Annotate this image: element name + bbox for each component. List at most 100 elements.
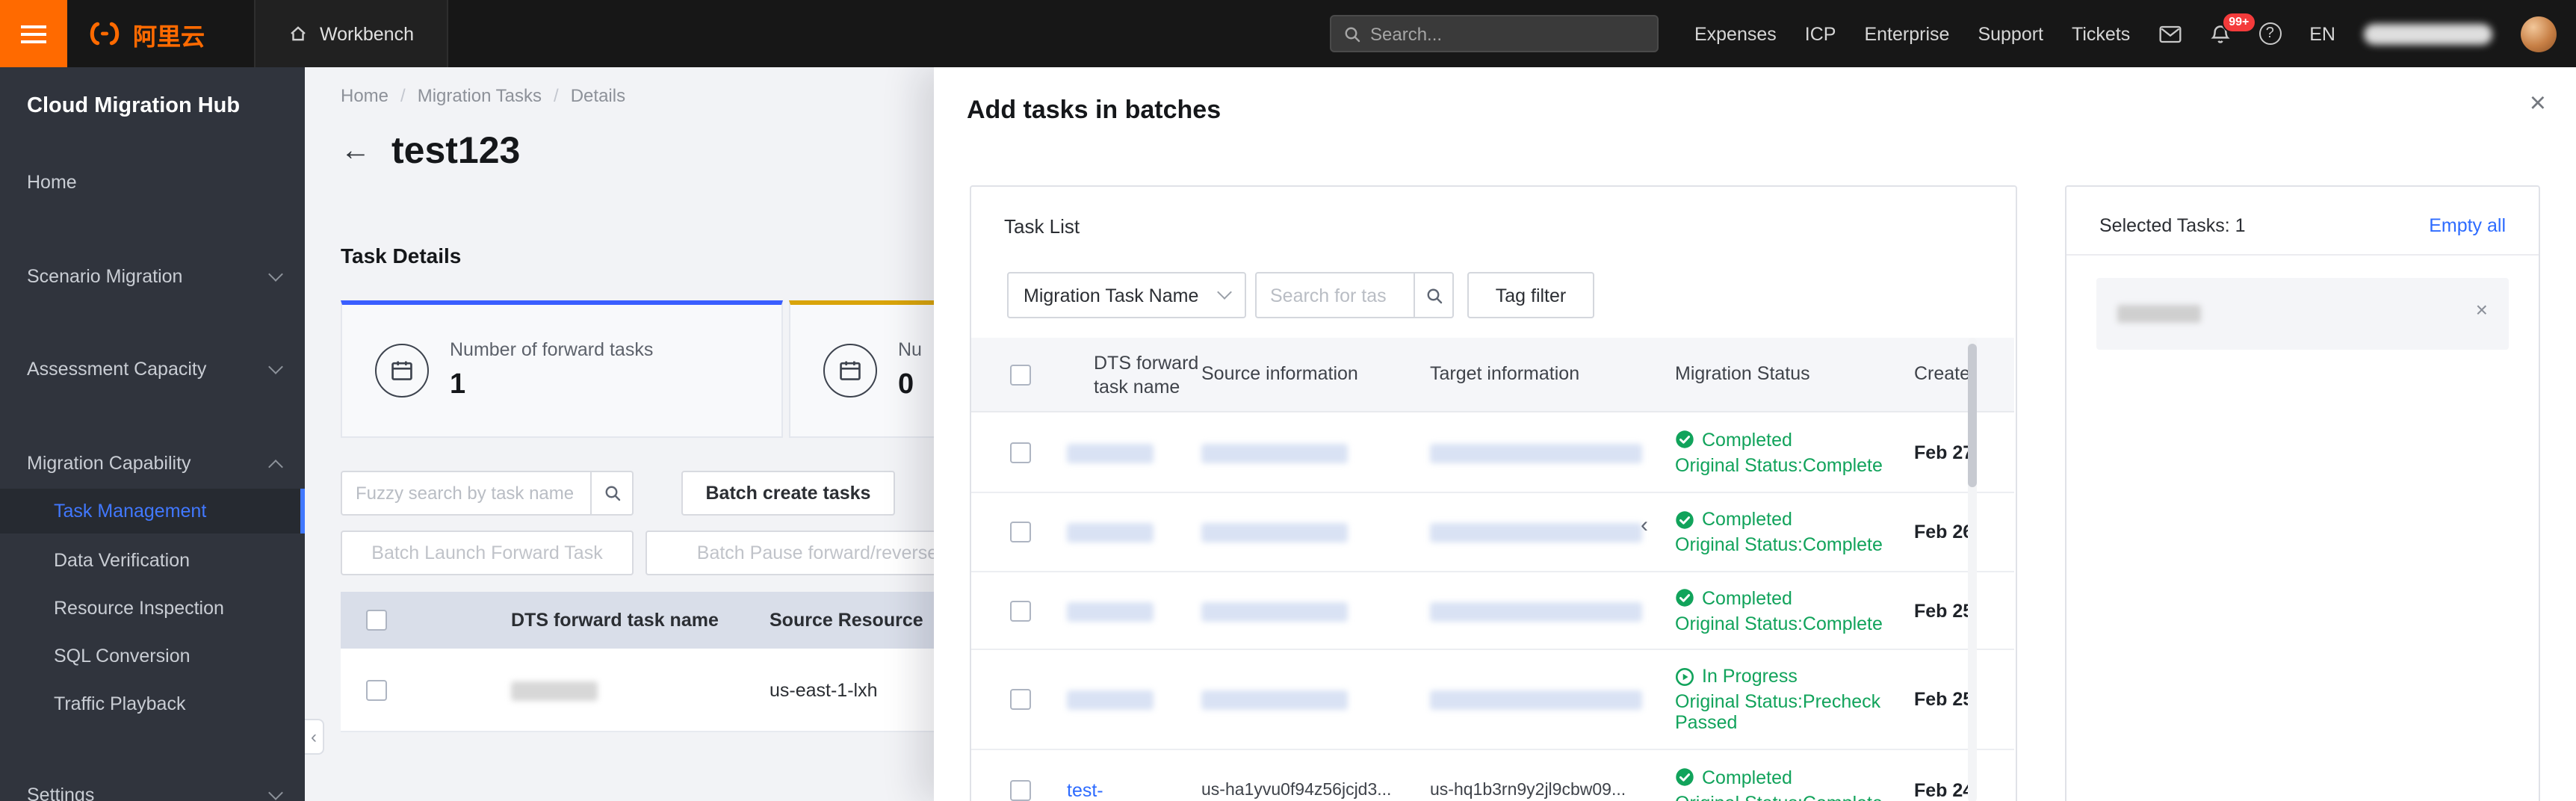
alibaba-cloud-logo[interactable]: 阿里云 bbox=[85, 0, 205, 67]
sidebar-item-migration-capability[interactable]: Migration Capability bbox=[0, 441, 305, 486]
row-checkbox[interactable] bbox=[1010, 522, 1031, 542]
back-button[interactable] bbox=[341, 134, 371, 169]
search-icon bbox=[1426, 288, 1442, 303]
row-checkbox[interactable] bbox=[1010, 780, 1031, 801]
chevron-down-icon bbox=[268, 359, 283, 374]
search-button[interactable] bbox=[1414, 272, 1454, 318]
row-checkbox[interactable] bbox=[1010, 601, 1031, 622]
migration-status: In Progress Original Status:Precheck Pas… bbox=[1675, 666, 1902, 733]
selected-tasks-count: Selected Tasks: 1 bbox=[2099, 215, 2246, 236]
selected-task-item bbox=[2096, 278, 2509, 350]
redacted-source-info bbox=[1201, 601, 1348, 621]
fuzzy-search-input[interactable] bbox=[341, 471, 592, 516]
drawer-table-header: DTS forward task name Source information… bbox=[971, 338, 2014, 412]
filter-type-select[interactable]: Migration Task Name bbox=[1007, 272, 1246, 318]
sidebar-item-home[interactable]: Home bbox=[0, 160, 305, 205]
nav-icp[interactable]: ICP bbox=[1805, 23, 1836, 44]
source-region: us-east-1-lxh bbox=[770, 679, 878, 700]
stat-label: Nu bbox=[898, 339, 922, 360]
account-name-redacted[interactable] bbox=[2364, 23, 2492, 44]
nav-enterprise[interactable]: Enterprise bbox=[1864, 23, 1949, 44]
tag-filter-button[interactable]: Tag filter bbox=[1467, 272, 1594, 318]
sidebar-item-assessment-capacity[interactable]: Assessment Capacity bbox=[0, 347, 305, 392]
redacted-target-info bbox=[1430, 601, 1642, 621]
global-search bbox=[1330, 15, 1659, 52]
column-migration-status: Migration Status bbox=[1675, 363, 1810, 384]
notifications-icon[interactable]: 99+ bbox=[2209, 11, 2257, 44]
breadcrumb-home[interactable]: Home bbox=[341, 85, 388, 106]
check-circle-icon bbox=[1676, 430, 1694, 448]
sidebar-collapse-handle[interactable] bbox=[305, 719, 324, 755]
chevron-down-icon bbox=[1217, 285, 1232, 300]
page-title: test123 bbox=[391, 130, 521, 172]
sidebar-item-settings[interactable]: Settings bbox=[0, 773, 305, 801]
row-checkbox[interactable] bbox=[1010, 442, 1031, 463]
column-target-information: Target information bbox=[1430, 363, 1580, 384]
nav-tickets[interactable]: Tickets bbox=[2072, 23, 2130, 44]
row-checkbox[interactable] bbox=[366, 680, 387, 701]
help-icon[interactable] bbox=[2258, 22, 2282, 45]
task-name-link[interactable]: test- bbox=[1067, 779, 1103, 800]
chevron-up-icon bbox=[268, 459, 283, 474]
table-row[interactable]: Completed Original Status:Complete Feb 2… bbox=[971, 412, 2014, 493]
breadcrumb-migration-tasks[interactable]: Migration Tasks bbox=[418, 85, 542, 106]
workbench-tab[interactable]: Workbench bbox=[254, 0, 448, 67]
table-row[interactable]: In Progress Original Status:Precheck Pas… bbox=[971, 650, 2014, 750]
task-search-input[interactable] bbox=[1255, 272, 1414, 318]
sidebar-item-sql-conversion[interactable]: SQL Conversion bbox=[0, 634, 305, 678]
workbench-label: Workbench bbox=[320, 23, 414, 44]
row-checkbox[interactable] bbox=[1010, 689, 1031, 710]
menu-button[interactable] bbox=[0, 0, 67, 67]
batch-create-tasks-button[interactable]: Batch create tasks bbox=[681, 471, 895, 516]
redacted-task-name bbox=[1067, 601, 1154, 621]
select-all-checkbox[interactable] bbox=[1010, 365, 1031, 386]
table-row[interactable]: Completed Original Status:Complete Feb 2… bbox=[971, 493, 2014, 572]
screen: 阿里云 Workbench Expenses ICP Enterprise Su… bbox=[0, 0, 2576, 801]
avatar[interactable] bbox=[2521, 16, 2557, 52]
close-icon[interactable] bbox=[2530, 90, 2546, 118]
status-text: Completed bbox=[1702, 767, 1792, 788]
empty-all-link[interactable]: Empty all bbox=[2429, 215, 2506, 236]
select-all-checkbox[interactable] bbox=[366, 610, 387, 631]
source-info: us-ha1yvu0f94z56jcjd3... bbox=[1201, 781, 1392, 799]
table-row[interactable]: test- us-ha1yvu0f94z56jcjd3... us-hq1b3r… bbox=[971, 750, 2014, 801]
migration-status: Completed Original Status:Complete bbox=[1675, 767, 1902, 801]
fuzzy-search bbox=[341, 471, 634, 516]
language-switch[interactable]: EN bbox=[2309, 23, 2335, 44]
scrollbar-thumb[interactable] bbox=[1968, 344, 1977, 487]
redacted-target-info bbox=[1430, 523, 1642, 542]
column-created: Create bbox=[1914, 363, 1971, 384]
batch-launch-forward-task-button[interactable]: Batch Launch Forward Task bbox=[341, 531, 634, 575]
nav-support[interactable]: Support bbox=[1978, 23, 2043, 44]
redacted-selected-task-name bbox=[2117, 305, 2201, 323]
sidebar-title: Cloud Migration Hub bbox=[27, 94, 241, 118]
section-title: Task Details bbox=[341, 244, 462, 267]
task-list-title: Task List bbox=[1004, 215, 1080, 238]
global-search-input[interactable] bbox=[1370, 23, 1645, 44]
nav-expenses[interactable]: Expenses bbox=[1694, 23, 1777, 44]
sidebar-item-scenario-migration[interactable]: Scenario Migration bbox=[0, 254, 305, 299]
column-task-name: DTS forward task name bbox=[1094, 353, 1199, 398]
original-status: Original Status:Complete bbox=[1675, 454, 1883, 475]
remove-selected-task-icon[interactable] bbox=[2476, 297, 2488, 321]
migration-status: Completed Original Status:Complete bbox=[1675, 429, 1902, 475]
sidebar-item-data-verification[interactable]: Data Verification bbox=[0, 538, 305, 583]
redacted-source-info bbox=[1201, 690, 1348, 710]
breadcrumb-separator bbox=[554, 85, 559, 106]
table-row[interactable]: Completed Original Status:Complete Feb 2… bbox=[971, 572, 2014, 650]
search-icon bbox=[1345, 26, 1360, 42]
redacted-task-name bbox=[1067, 690, 1154, 710]
original-status: Original Status:Complete bbox=[1675, 792, 1902, 801]
check-circle-icon bbox=[1676, 768, 1694, 786]
sidebar-item-task-management[interactable]: Task Management bbox=[0, 489, 305, 534]
sidebar-item-resource-inspection[interactable]: Resource Inspection bbox=[0, 586, 305, 631]
created-date: Feb 25 bbox=[1914, 600, 1974, 621]
redacted-task-name bbox=[1067, 443, 1154, 463]
message-icon[interactable] bbox=[2158, 25, 2181, 43]
search-button[interactable] bbox=[592, 471, 634, 516]
redacted-target-info bbox=[1430, 443, 1642, 463]
redacted-source-info bbox=[1201, 443, 1348, 463]
calendar-icon bbox=[375, 344, 429, 398]
sidebar-item-traffic-playback[interactable]: Traffic Playback bbox=[0, 681, 305, 726]
breadcrumb-details: Details bbox=[570, 85, 626, 106]
